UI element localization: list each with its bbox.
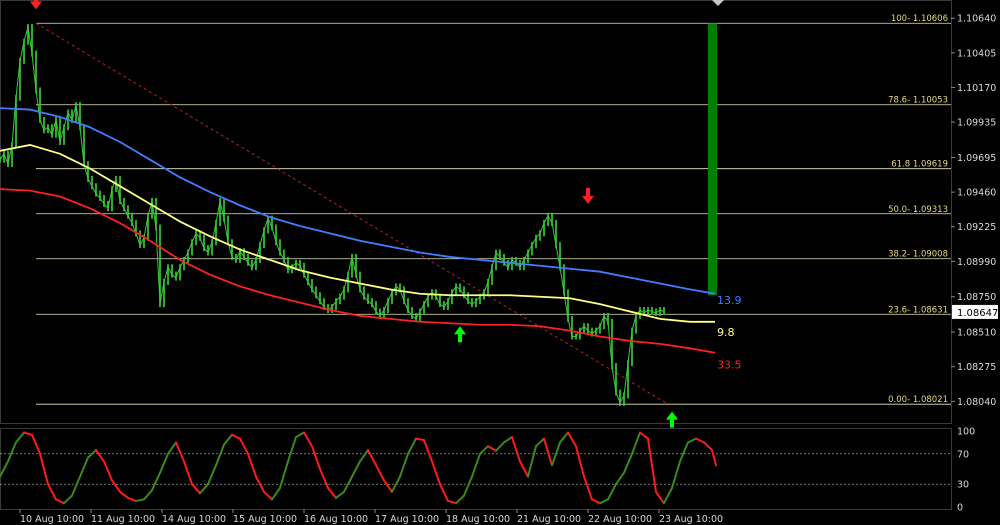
x-axis: 10 Aug 10:00 11 Aug 10:00 14 Aug 10:00 15 A…: [19, 509, 723, 525]
chart-svg: 100- 1.10606 78.6- 1.10053 61.8 1.09619 50.…: [0, 0, 998, 525]
x-axis-tick-label: 22 Aug 10:00: [588, 514, 652, 525]
x-axis-tick-label: 14 Aug 10:00: [162, 514, 226, 525]
price-panel-border: [0, 0, 952, 424]
fib-level-label: 61.8 1.09619: [891, 160, 948, 170]
y-axis-tick-label: 1.10170: [957, 83, 996, 94]
x-axis-tick-label: 10 Aug 10:00: [20, 514, 84, 525]
y-axis-tick-label: 1.09460: [957, 188, 996, 199]
x-axis-tick-label: 23 Aug 10:00: [659, 514, 723, 525]
y-axis-tick-label: 1.09935: [957, 118, 996, 129]
price-panel: 100- 1.10606 78.6- 1.10053 61.8 1.09619 50.…: [0, 0, 998, 428]
current-price-box: 1.08647: [952, 304, 998, 319]
x-axis-tick-label: 11 Aug 10:00: [91, 514, 155, 525]
fib-level-label: 23.6- 1.08631: [888, 305, 948, 315]
oscillator-tick-label: 100: [957, 427, 975, 438]
moving-average-end-label: 9.8: [717, 326, 735, 339]
x-axis-tick-label: 21 Aug 10:00: [517, 514, 581, 525]
fib-level-label: 0.00- 1.08021: [888, 395, 948, 405]
oscillator-tick-label: 0: [957, 503, 963, 514]
y-axis-tick-label: 1.08040: [957, 397, 996, 408]
moving-average-end-label: 13.9: [717, 294, 742, 307]
oscillator-panel: 100 70 30 0: [0, 427, 975, 514]
oscillator-panel-border: [0, 428, 952, 510]
oscillator-tick-label: 70: [957, 449, 969, 460]
x-axis-tick-label: 16 Aug 10:00: [304, 514, 368, 525]
fib-level-label: 78.6- 1.10053: [888, 96, 948, 106]
y-axis-tick-label: 1.08275: [957, 362, 996, 373]
green-bar: [708, 23, 717, 296]
oscillator-tick-label: 30: [957, 480, 969, 491]
fib-level-label: 100- 1.10606: [891, 14, 948, 24]
fib-level-label: 50.0- 1.09313: [888, 205, 948, 215]
y-axis-tick-label: 1.10405: [957, 48, 996, 59]
moving-average-end-label: 33.5: [717, 359, 742, 372]
y-axis-tick-label: 1.08990: [957, 257, 996, 268]
x-axis-tick-label: 18 Aug 10:00: [446, 514, 510, 525]
y-axis-tick-label: 1.08510: [957, 328, 996, 339]
fib-level-label: 38.2- 1.09008: [888, 250, 948, 260]
y-axis-tick-label: 1.09225: [957, 222, 996, 233]
x-axis-tick-label: 15 Aug 10:00: [233, 514, 297, 525]
y-axis-tick-label: 1.08750: [957, 292, 996, 303]
current-price-label: 1.08647: [957, 308, 998, 319]
y-axis-tick-label: 1.10640: [957, 14, 996, 25]
y-axis-tick-label: 1.09695: [957, 153, 996, 164]
x-axis-tick-label: 17 Aug 10:00: [375, 514, 439, 525]
